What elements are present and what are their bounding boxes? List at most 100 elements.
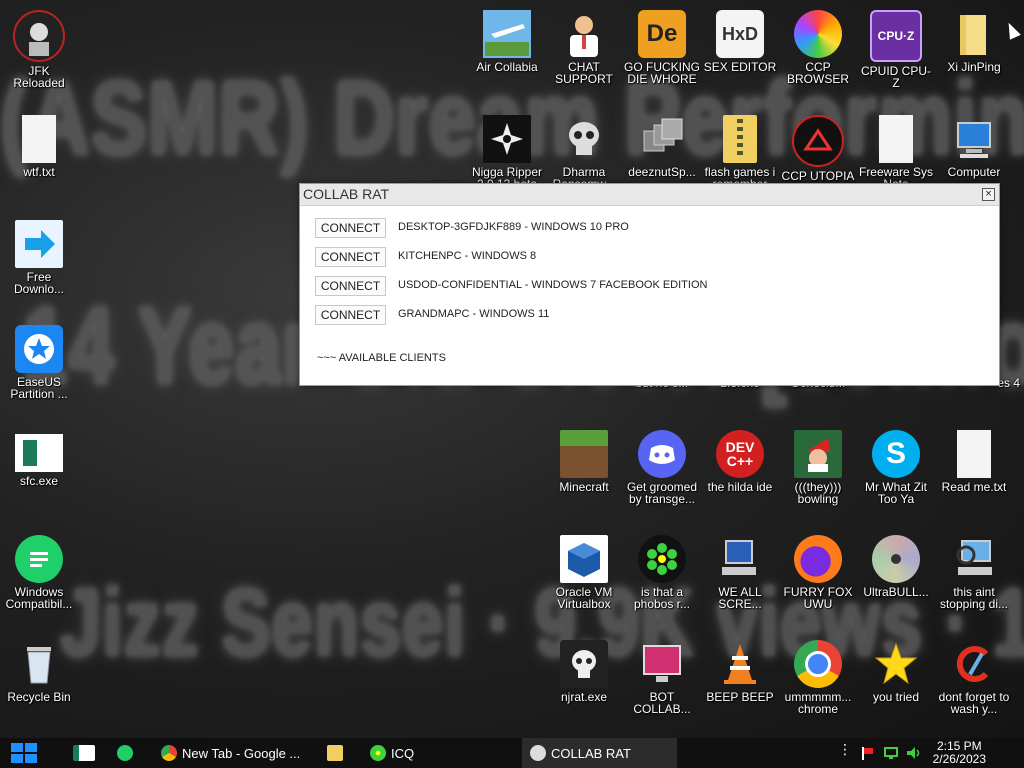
- desktop-icon-free-download[interactable]: Free Downlo...: [1, 214, 77, 314]
- connect-button[interactable]: CONNECT: [315, 218, 386, 238]
- window-titlebar[interactable]: COLLAB RAT ×: [300, 184, 999, 206]
- skull-icon: [530, 745, 546, 761]
- available-clients-label: ~~~ AVAILABLE CLIENTS: [317, 352, 446, 364]
- folder-icon: [950, 10, 998, 58]
- system-clock[interactable]: 2:15 PM 2/26/2023: [933, 740, 986, 766]
- desktop-icon-phobos[interactable]: is that a phobos r...: [624, 529, 700, 629]
- easeus-star-icon: [15, 325, 63, 373]
- magnifier-pc-icon: [950, 535, 998, 583]
- grass-block-icon: [560, 430, 608, 478]
- icq-flower-icon: [370, 745, 386, 761]
- desktop-icon-read-me[interactable]: Read me.txt: [936, 424, 1012, 524]
- desktop-icon-njrat[interactable]: njrat.exe: [546, 634, 622, 734]
- zip-folder-icon: [723, 115, 757, 163]
- desktop-icon-virtualbox[interactable]: Oracle VM Virtualbox: [546, 529, 622, 629]
- desktop-icon-ultrabull[interactable]: UltraBULL...: [858, 529, 934, 629]
- desktop-icon-ccp-browser[interactable]: CCP BROWSER: [780, 4, 856, 104]
- monitor-icon: [638, 640, 686, 688]
- desktop-icon-this-aint-stopping[interactable]: this aint stopping di...: [936, 529, 1012, 629]
- desktop-icon-discord[interactable]: Get groomed by transge...: [624, 424, 700, 524]
- copy-squares-icon: [638, 115, 686, 163]
- skull-icon: [560, 115, 608, 163]
- ccleaner-icon: [950, 640, 998, 688]
- client-name: GRANDMAPC - WINDOWS 11: [398, 308, 550, 320]
- green-doc-icon: [15, 535, 63, 583]
- network-icon[interactable]: [884, 746, 898, 760]
- window-title: COLLAB RAT: [303, 186, 390, 202]
- devcpp-icon: DEV C++: [716, 430, 764, 478]
- desktop-icon-recycle-bin[interactable]: Recycle Bin: [1, 634, 77, 734]
- collab-rat-window[interactable]: COLLAB RAT × CONNECT DESKTOP-3GFDJKF889 …: [299, 183, 1000, 386]
- taskbar-item-collab-rat[interactable]: COLLAB RAT: [522, 738, 677, 768]
- desktop-icon-skype[interactable]: S Mr What Zit Too Ya: [858, 424, 934, 524]
- clock-date: 2/26/2023: [932, 752, 986, 766]
- desktop-icon-furry-fox[interactable]: FURRY FOX UWU: [780, 529, 856, 629]
- red-logo-icon: [792, 115, 844, 167]
- skype-icon: S: [872, 430, 920, 478]
- desktop-icon-they-bowling[interactable]: (((they))) bowling: [780, 424, 856, 524]
- desktop-icon-you-tried[interactable]: you tried: [858, 634, 934, 734]
- desktop-icon-minecraft[interactable]: Minecraft: [546, 424, 622, 524]
- disc-icon: [872, 535, 920, 583]
- folder-icon: [327, 745, 343, 761]
- desktop-icon-air-collabia[interactable]: Air Collabia: [469, 4, 545, 104]
- chrome-icon: [794, 640, 842, 688]
- de-icon: De: [638, 10, 686, 58]
- desktop-icon-cpuz[interactable]: CPU·Z CPUID CPU-Z: [858, 4, 934, 104]
- skull-icon: [560, 640, 608, 688]
- doctor-icon: [560, 10, 608, 58]
- volume-icon[interactable]: [906, 746, 920, 760]
- taskbar-pin-sfc[interactable]: [66, 738, 96, 768]
- taskbar-item-icq[interactable]: ICQ: [362, 738, 512, 768]
- connect-button[interactable]: CONNECT: [315, 247, 386, 267]
- firefox-icon: [794, 535, 842, 583]
- desktop-icon-hilda-ide[interactable]: DEV C++ the hilda ide: [702, 424, 778, 524]
- desktop-icon-windows-compat[interactable]: Windows Compatibil...: [1, 529, 77, 629]
- client-name: KITCHENPC - WINDOWS 8: [398, 250, 537, 262]
- desktop-icon-chrome[interactable]: ummmmm... chrome: [780, 634, 856, 734]
- desktop-icon-we-all-scre[interactable]: WE ALL SCRE...: [702, 529, 778, 629]
- connect-button[interactable]: CONNECT: [315, 305, 386, 325]
- taskbar-pin-compat[interactable]: [110, 738, 140, 768]
- desktop-icon-sfc-exe[interactable]: sfc.exe: [1, 424, 77, 524]
- pinwheel-icon: [794, 10, 842, 58]
- client-name: DESKTOP-3GFDJKF889 - WINDOWS 10 PRO: [398, 221, 629, 233]
- close-icon[interactable]: ×: [982, 188, 995, 201]
- more-options-icon[interactable]: ⋮: [838, 743, 852, 762]
- desktop-icon-easeus[interactable]: EaseUS Partition ...: [1, 319, 77, 419]
- windows-logo-icon: [11, 743, 37, 763]
- desktop-icon-chat-support[interactable]: CHAT SUPPORT: [546, 4, 622, 104]
- recycle-bin-icon: [15, 640, 63, 688]
- discord-icon: [638, 430, 686, 478]
- desktop-icon-wtf-txt[interactable]: wtf.txt: [1, 109, 77, 209]
- chrome-icon: [161, 745, 177, 761]
- text-file-icon: [22, 115, 56, 163]
- desktop: (ASMR) Dream Performing ROPTION On His 1…: [0, 0, 1024, 738]
- desktop-icon-ccleaner[interactable]: dont forget to wash y...: [936, 634, 1012, 734]
- text-file-icon: [957, 430, 991, 478]
- blank-doc-icon: [879, 115, 913, 163]
- desktop-icon-xi-jinping[interactable]: Xi JinPing: [936, 4, 1012, 104]
- client-name: USDOD-CONFIDENTIAL - WINDOWS 7 FACEBOOK …: [398, 279, 708, 291]
- pc-icon: [716, 535, 764, 583]
- taskbar-item-chrome[interactable]: New Tab - Google ...: [153, 738, 308, 768]
- vlc-cone-icon: [716, 640, 764, 688]
- flag-icon[interactable]: [860, 746, 874, 760]
- start-button[interactable]: [8, 738, 46, 768]
- icq-flower-icon: [638, 535, 686, 583]
- green-doc-icon: [117, 745, 133, 761]
- desktop-icon-jfk-reloaded[interactable]: JFK Reloaded: [1, 4, 77, 104]
- window-app-icon: [73, 745, 95, 761]
- connect-button[interactable]: CONNECT: [315, 276, 386, 296]
- taskbar-pin-explorer[interactable]: [320, 738, 350, 768]
- desktop-icon-de[interactable]: De GO FUCKING DIE WHORE: [624, 4, 700, 104]
- cpuz-chip-icon: CPU·Z: [870, 10, 922, 62]
- hxd-icon: HxD: [716, 10, 764, 58]
- desktop-icon-sex-editor[interactable]: HxD SEX EDITOR: [702, 4, 778, 104]
- virtualbox-icon: [560, 535, 608, 583]
- desktop-icon-beep-beep[interactable]: BEEP BEEP: [702, 634, 778, 734]
- jfk-face-icon: [13, 10, 65, 62]
- santa-icon: [794, 430, 842, 478]
- window-app-icon: [15, 434, 63, 472]
- desktop-icon-bot-collab[interactable]: BOT COLLAB...: [624, 634, 700, 734]
